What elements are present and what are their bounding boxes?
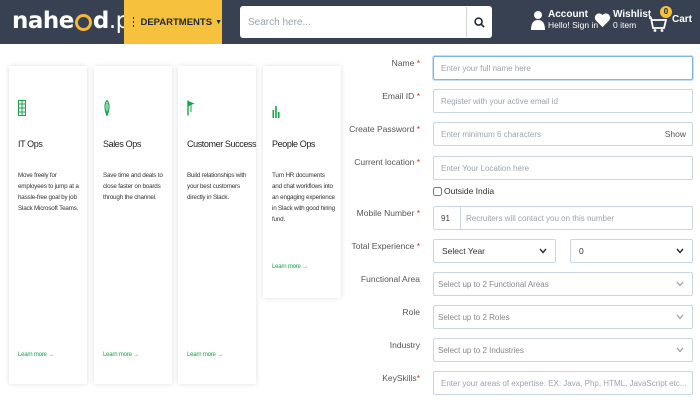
experience-month-value: 0 xyxy=(579,246,584,256)
departments-label: DEPARTMENTS xyxy=(140,16,213,28)
bars-icon xyxy=(272,106,280,118)
chevron-down-icon xyxy=(676,248,684,254)
country-code: 91 xyxy=(441,207,461,229)
departments-button[interactable]: DEPARTMENTS ▼ xyxy=(124,0,222,44)
card-title: People Ops xyxy=(272,139,316,149)
location-input[interactable] xyxy=(441,163,692,173)
card-learn-more-link[interactable]: Learn more → xyxy=(272,264,308,270)
cart-count-badge: 0 xyxy=(660,6,672,18)
leaf-icon xyxy=(104,100,110,116)
outside-india-checkbox[interactable] xyxy=(433,186,442,196)
card-customer-success: Customer Success Build relationships wit… xyxy=(178,66,257,384)
card-learn-more-link[interactable]: Learn more → xyxy=(103,352,139,358)
industry-placeholder: Select up to 2 Industries xyxy=(438,345,524,355)
cart-button[interactable]: 0 Cart xyxy=(648,6,692,32)
role-placeholder: Select up to 2 Roles xyxy=(438,312,510,322)
card-title: IT Ops xyxy=(18,139,43,149)
hamburger-icon xyxy=(133,15,135,29)
logo-text-end: d xyxy=(92,8,109,34)
name-field xyxy=(433,56,693,80)
outside-india-label: Outside India xyxy=(444,186,495,196)
chevron-down-icon xyxy=(539,248,547,254)
functional-area-placeholder: Select up to 2 Functional Areas xyxy=(438,279,549,289)
experience-month-select[interactable]: 0 xyxy=(570,239,693,263)
card-sales-ops: Sales Ops Save time and deals to close f… xyxy=(94,66,172,384)
site-logo[interactable]: nahed.pk xyxy=(12,6,143,36)
cart-label: Cart xyxy=(672,13,693,25)
password-input[interactable] xyxy=(441,129,665,139)
account-subtitle: Hello! Sign in xyxy=(548,20,599,30)
name-input[interactable] xyxy=(441,63,692,73)
role-dropdown[interactable]: Select up to 2 Roles xyxy=(433,305,693,329)
user-icon xyxy=(531,11,545,30)
functional-area-label: Functional Area xyxy=(360,274,420,284)
wishlist-title: Wishlist xyxy=(613,9,652,20)
password-label: Create Password * xyxy=(349,124,420,134)
location-label: Current location * xyxy=(354,157,420,167)
search-button[interactable] xyxy=(466,7,492,37)
industry-label: Industry xyxy=(389,340,420,350)
keyskills-field xyxy=(433,371,693,395)
wishlist-subtitle: 0 item xyxy=(613,20,637,30)
outside-india-checkbox-row[interactable]: Outside India xyxy=(433,186,494,196)
card-description: Build relationships with your best custo… xyxy=(187,172,247,201)
heart-icon xyxy=(594,13,611,28)
logo-text-start: nahe xyxy=(12,8,74,34)
password-field: Show xyxy=(433,122,693,146)
grid-icon xyxy=(18,100,26,116)
mobile-label: Mobile Number * xyxy=(356,208,420,218)
card-learn-more-link[interactable]: Learn more → xyxy=(187,352,223,358)
experience-label: Total Experience * xyxy=(351,241,420,251)
mobile-field: 91 xyxy=(433,206,693,230)
experience-year-select[interactable]: Select Year xyxy=(433,239,556,263)
search-icon xyxy=(474,16,485,28)
card-learn-more-link[interactable]: Learn more → xyxy=(18,352,54,358)
logo-ring-icon xyxy=(74,13,92,31)
card-description: Save time and deals to close faster on b… xyxy=(103,172,163,201)
search-input[interactable] xyxy=(240,7,466,37)
chevron-down-icon xyxy=(676,347,684,353)
flag-icon xyxy=(187,100,195,116)
card-it-ops: IT Ops Move freely for employees to jump… xyxy=(9,66,87,384)
chevron-down-icon xyxy=(676,314,684,320)
account-title: Account xyxy=(548,9,588,20)
email-input[interactable] xyxy=(441,96,692,106)
keyskills-label: KeySkills* xyxy=(382,373,420,383)
card-title: Customer Success xyxy=(187,139,257,149)
account-menu[interactable]: Account Hello! Sign in xyxy=(531,9,598,31)
industry-dropdown[interactable]: Select up to 2 Industries xyxy=(433,338,693,362)
email-field xyxy=(433,89,693,113)
caret-down-icon: ▼ xyxy=(215,18,222,26)
role-label: Role xyxy=(402,307,420,317)
name-label: Name * xyxy=(391,58,420,68)
functional-area-dropdown[interactable]: Select up to 2 Functional Areas xyxy=(433,272,693,296)
keyskills-input[interactable] xyxy=(441,378,692,388)
search-bar xyxy=(240,6,492,38)
card-description: Move freely for employees to jump at a h… xyxy=(18,172,79,212)
wishlist-menu[interactable]: Wishlist 0 item xyxy=(594,9,651,31)
experience-year-value: Select Year xyxy=(442,246,486,256)
mobile-input[interactable] xyxy=(466,213,692,223)
top-header: nahed.pk DEPARTMENTS ▼ Account Hello! Si… xyxy=(0,0,700,44)
chevron-down-icon xyxy=(676,281,684,287)
card-title: Sales Ops xyxy=(103,139,141,149)
show-password-toggle[interactable]: Show xyxy=(665,129,686,139)
email-label: Email ID * xyxy=(382,91,420,101)
location-field xyxy=(433,156,693,180)
